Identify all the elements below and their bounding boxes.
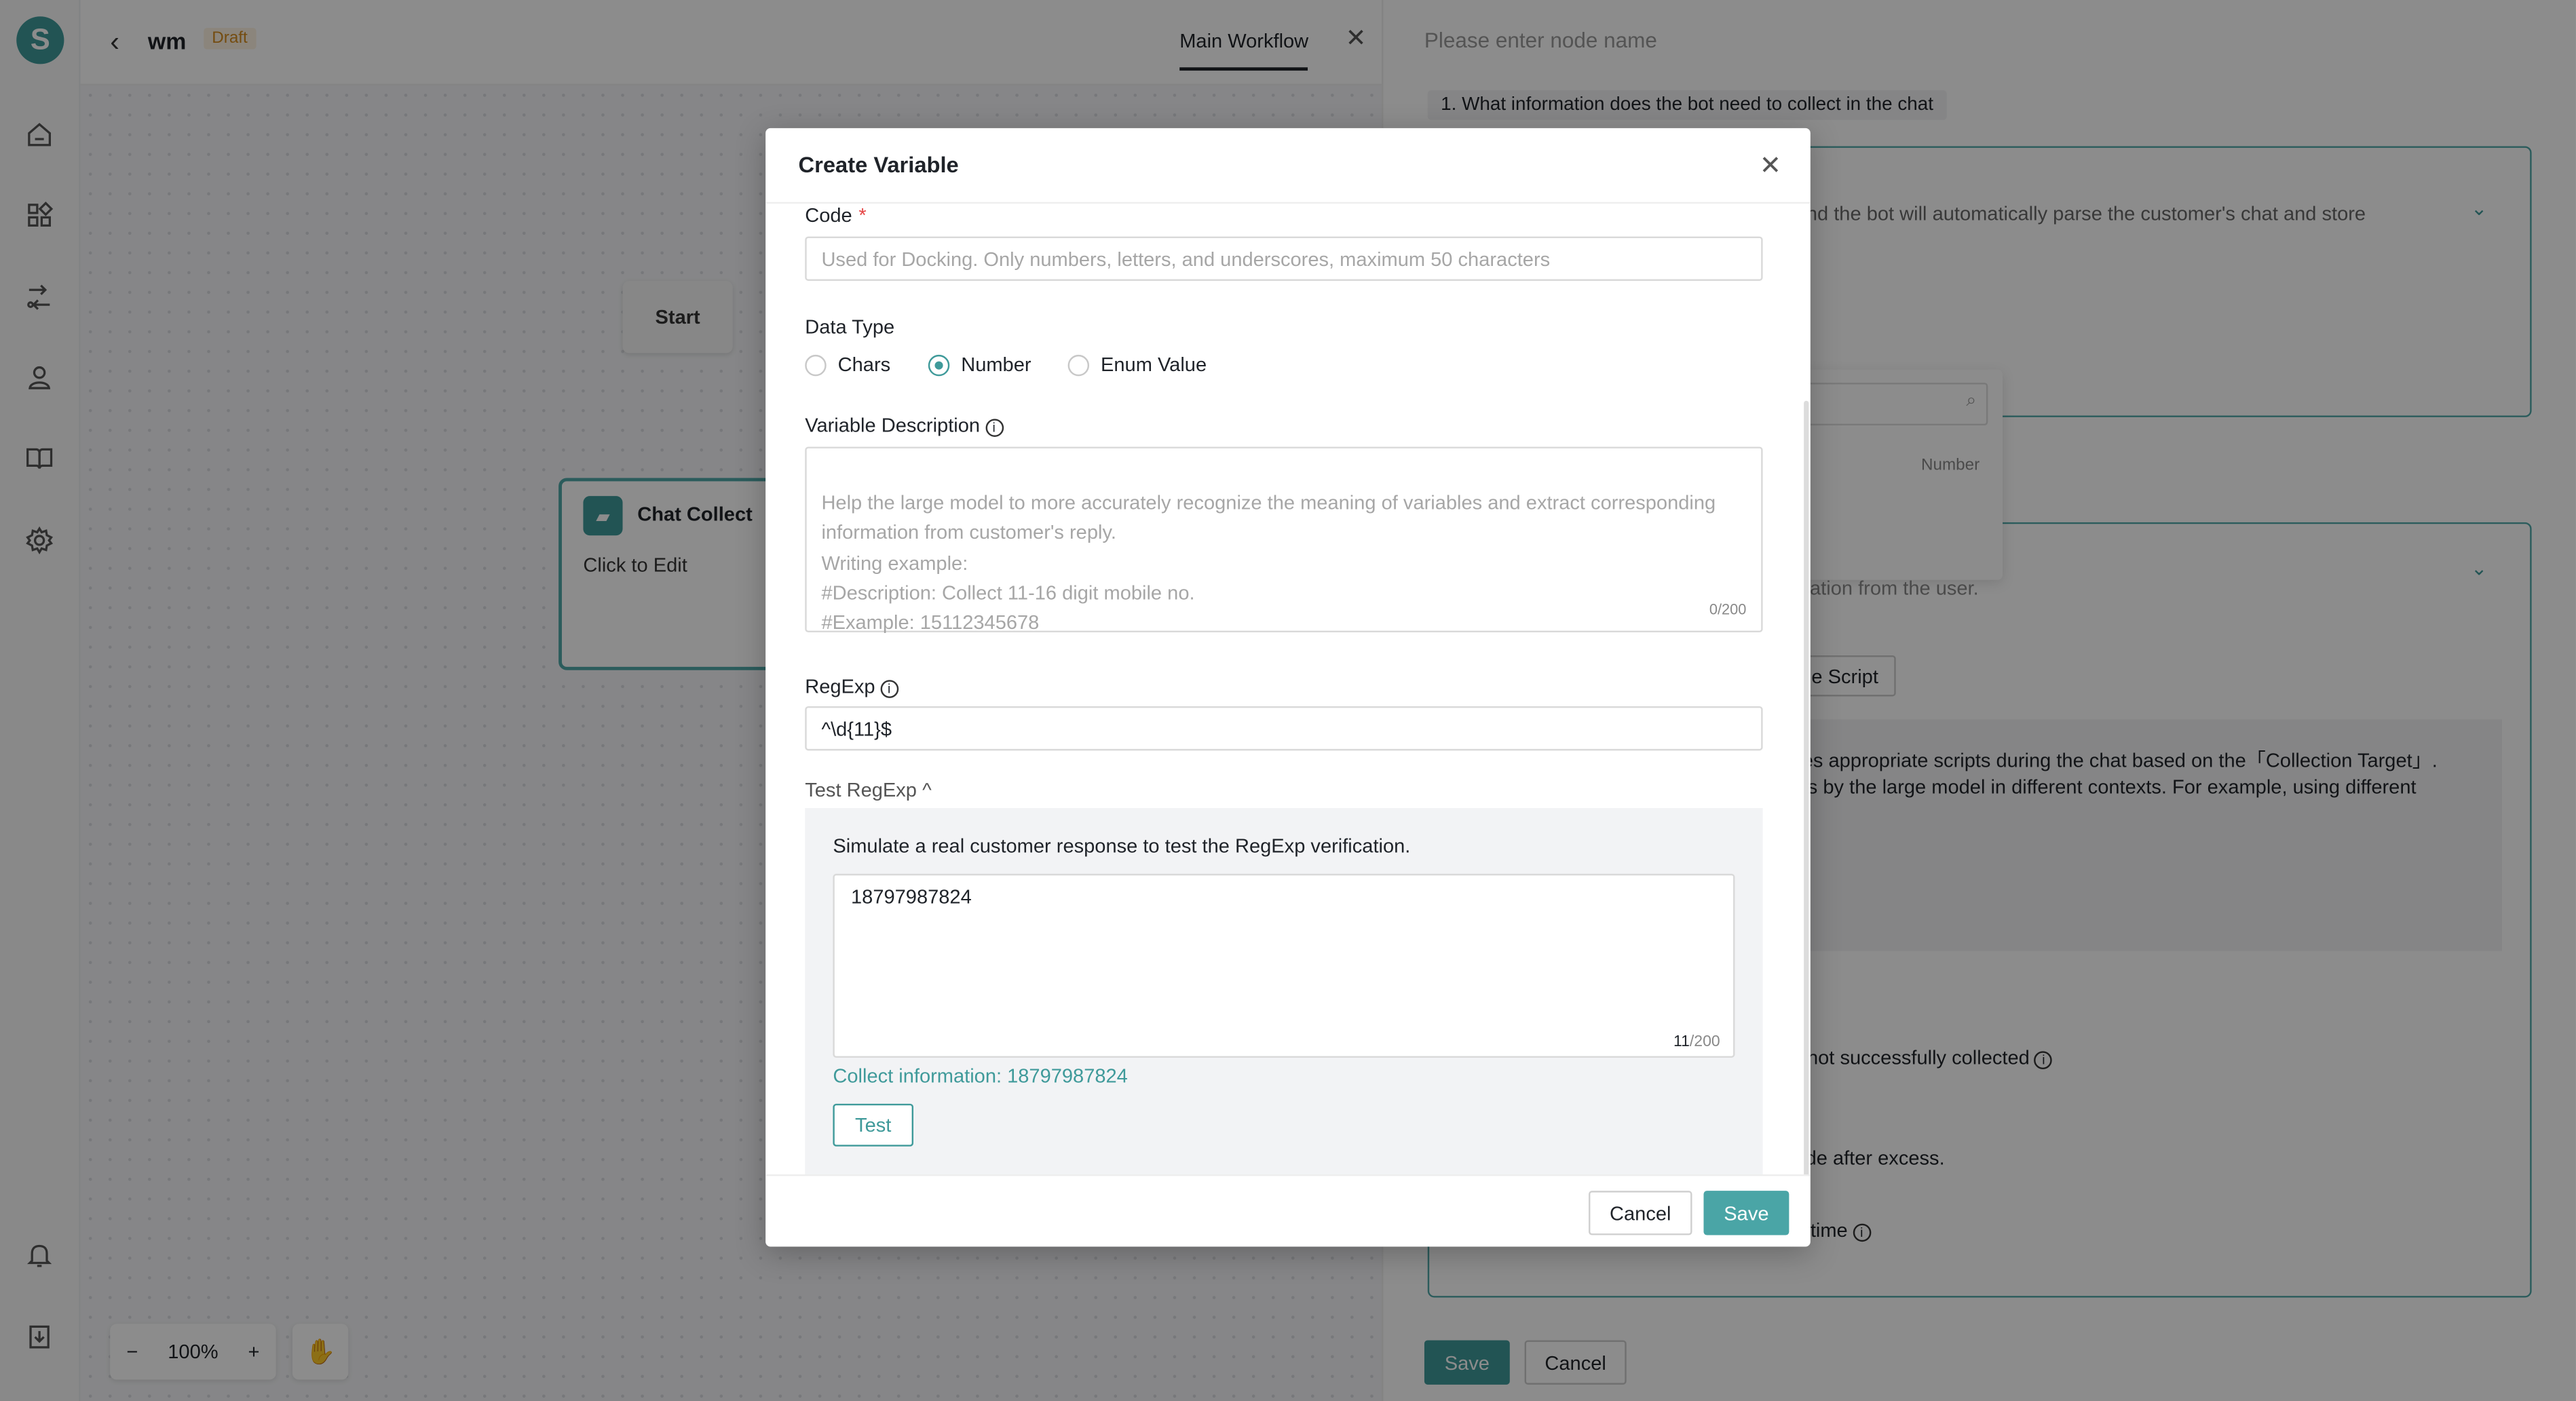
save-button[interactable]: Save — [1703, 1191, 1789, 1235]
test-regexp-panel: Simulate a real customer response to tes… — [805, 808, 1763, 1174]
test-button[interactable]: Test — [833, 1103, 914, 1147]
test-count: 11/200 — [1673, 1033, 1720, 1052]
regexp-input[interactable]: ^\d{11}$ — [805, 706, 1763, 751]
collect-result: Collect information: 18797987824 — [833, 1064, 1128, 1088]
chevron-up-icon: ^ — [922, 778, 932, 802]
radio-enum-value[interactable]: Enum Value — [1067, 353, 1207, 376]
radio-number[interactable]: Number — [928, 353, 1031, 376]
test-hint: Simulate a real customer response to tes… — [833, 834, 1411, 858]
modal-footer: Cancel Save — [765, 1174, 1811, 1247]
code-input[interactable]: Used for Docking. Only numbers, letters,… — [805, 236, 1763, 281]
radio-chars[interactable]: Chars — [805, 353, 890, 376]
data-type-label: Data Type — [805, 315, 895, 339]
regexp-label: RegExp i — [805, 675, 898, 698]
modal-header: Create Variable ✕ — [765, 128, 1811, 204]
test-response-textarea[interactable]: 18797987824 11/200 — [833, 873, 1735, 1058]
modal-body: Code * Used for Docking. Only numbers, le… — [765, 204, 1811, 1174]
modal-scrollbar[interactable] — [1804, 400, 1809, 1174]
code-label: Code * — [805, 204, 867, 227]
test-regexp-toggle[interactable]: Test RegExp ^ — [805, 779, 931, 802]
cancel-button[interactable]: Cancel — [1589, 1191, 1692, 1235]
info-icon: i — [879, 680, 898, 698]
close-icon[interactable]: ✕ — [1760, 149, 1781, 182]
app-root: S ‹ wm Draft Main Workflow ✕ Start ▰ Cha… — [0, 0, 2576, 1401]
description-textarea[interactable]: Help the large model to more accurately … — [805, 446, 1763, 634]
info-icon: i — [985, 419, 1003, 437]
description-count: 0/200 — [1709, 600, 1747, 617]
create-variable-modal: Create Variable ✕ Code * Used for Docking… — [765, 128, 1811, 1247]
modal-title: Create Variable — [798, 153, 959, 178]
description-label: Variable Description i — [805, 414, 1003, 437]
